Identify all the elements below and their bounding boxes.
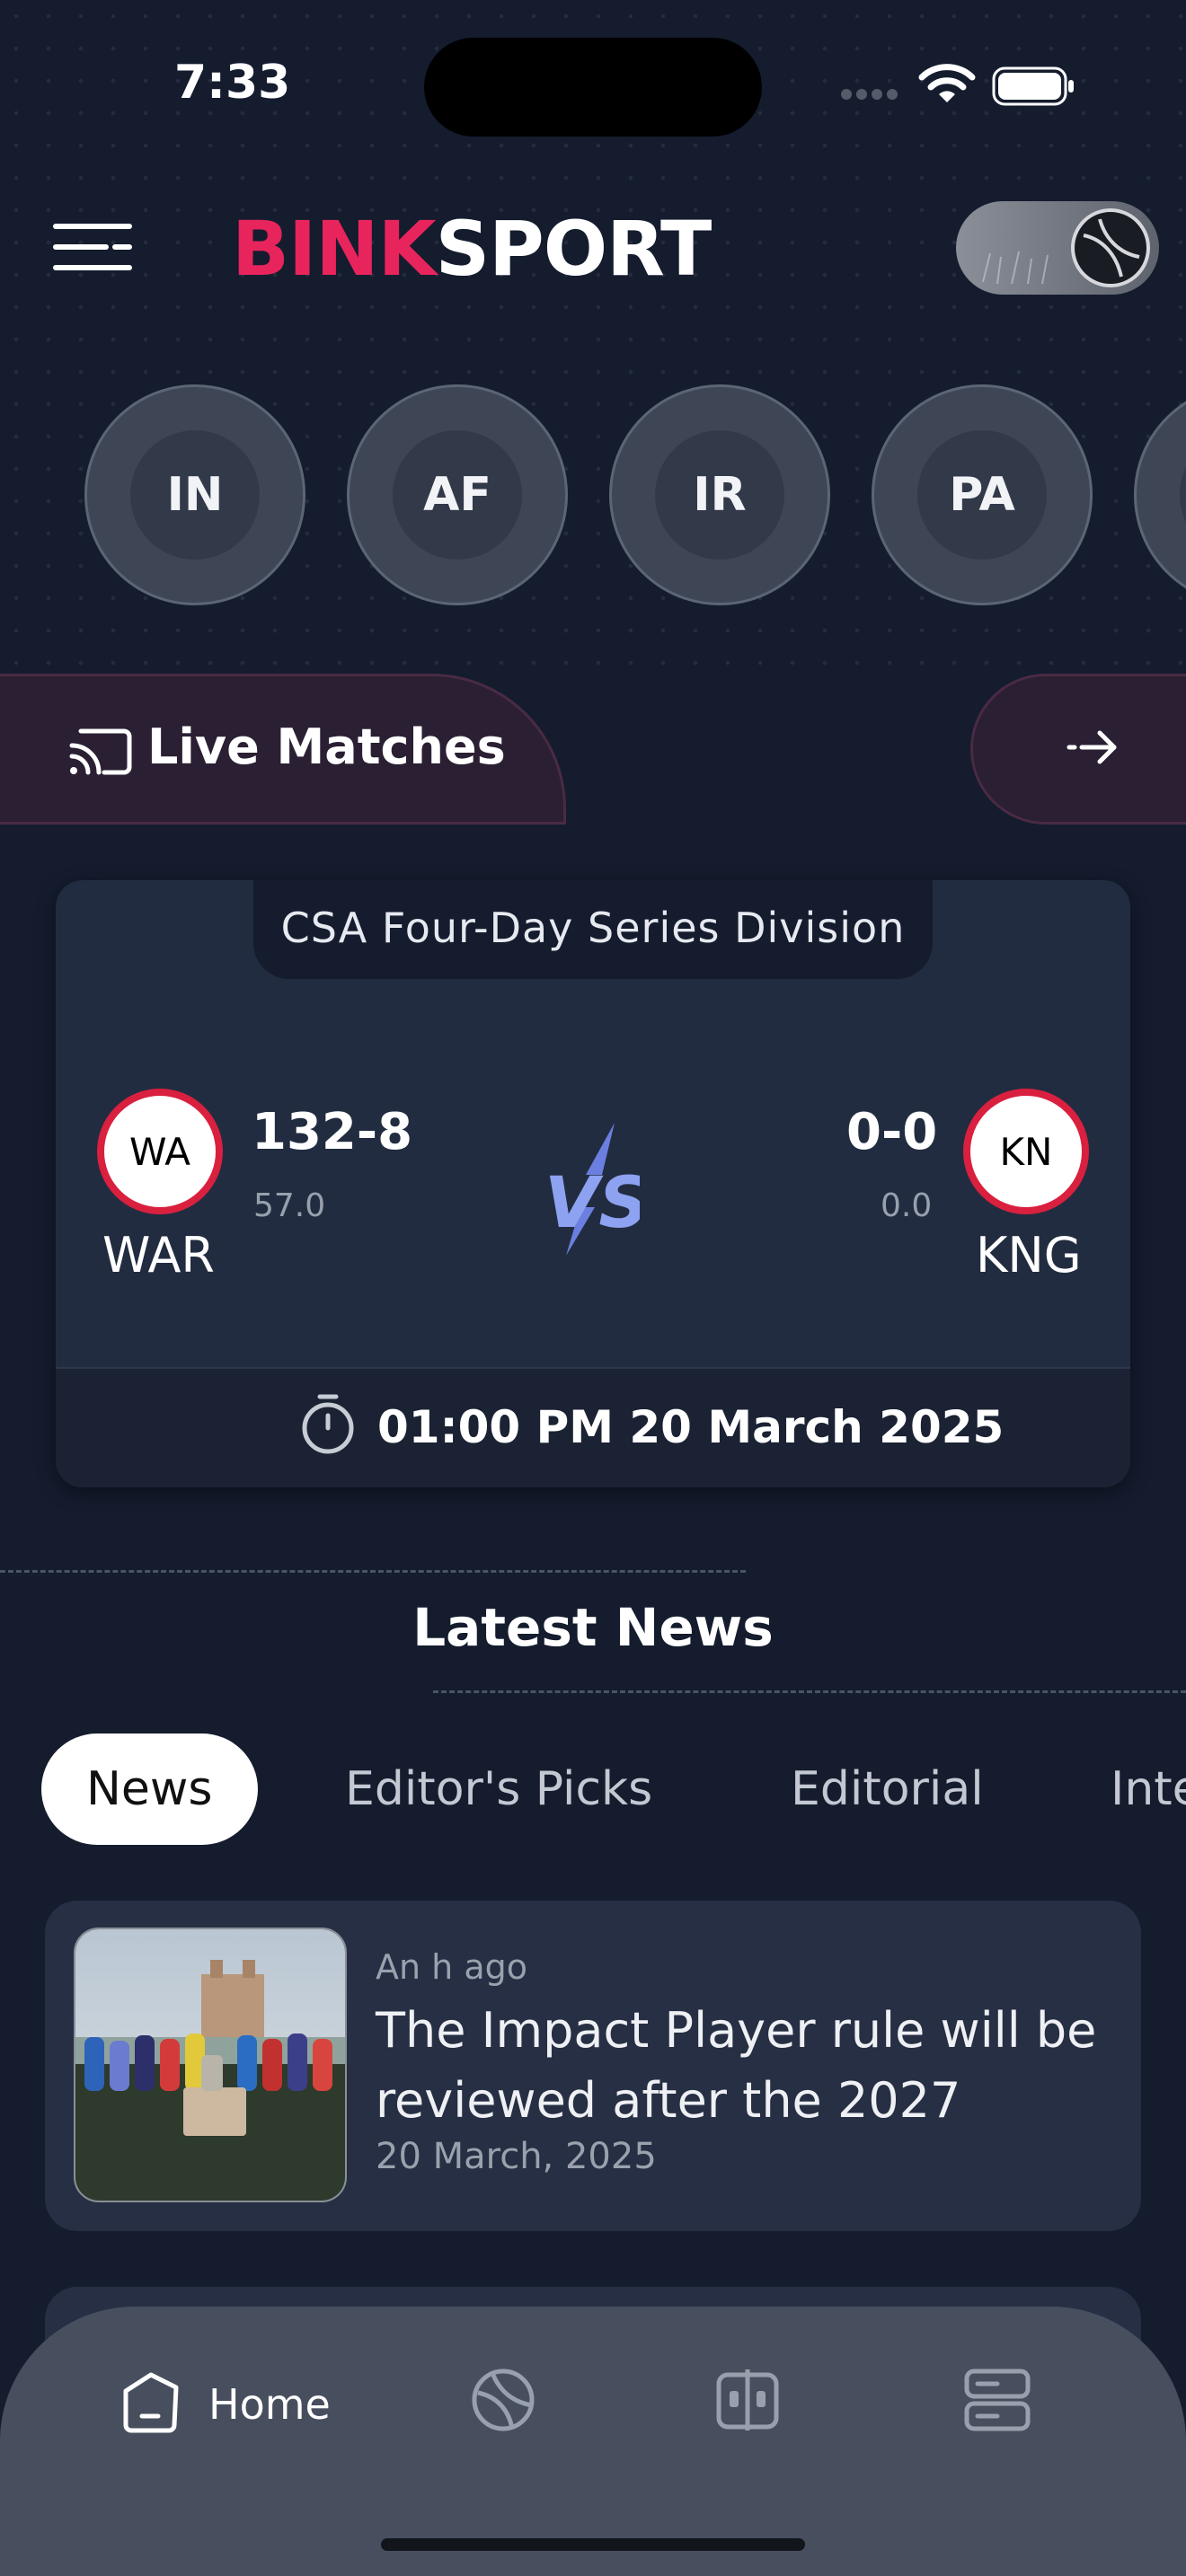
latest-news-heading: Latest News: [412, 1597, 774, 1658]
stopwatch-icon: [302, 1394, 354, 1454]
sport-toggle[interactable]: [956, 201, 1159, 295]
tab-news[interactable]: News: [41, 1734, 258, 1845]
status-time: 7:33: [174, 56, 291, 110]
team1-overs: 57.0: [253, 1187, 326, 1224]
news-time-ago: An h ago: [376, 1947, 527, 1987]
svg-text:VS: VS: [544, 1163, 640, 1244]
dynamic-island: [424, 38, 762, 137]
news-date: 20 March, 2025: [376, 2136, 657, 2177]
logo-sport: SPORT: [435, 205, 712, 293]
vs-icon: VS: [544, 1123, 640, 1256]
menu-icon[interactable]: [52, 219, 133, 275]
country-af[interactable]: AF: [347, 384, 568, 605]
tab-interviews[interactable]: Inte: [1111, 1734, 1186, 1845]
status-bar: 7:33: [0, 0, 1186, 171]
news-card[interactable]: An h ago The Impact Player rule will be …: [45, 1901, 1141, 2231]
app-logo: BINKSPORT: [232, 205, 712, 293]
battery-icon: [992, 66, 1074, 106]
country-ir[interactable]: IR: [609, 384, 830, 605]
match-time: 01:00 PM 20 March 2025: [377, 1401, 1005, 1453]
tennis-ball-icon: [1071, 208, 1150, 287]
tab-editorial[interactable]: Editorial: [791, 1734, 984, 1845]
scoreboard-icon[interactable]: [713, 2366, 782, 2434]
divider-dashed-top: [0, 1570, 746, 1573]
divider-dashed-bottom: [433, 1690, 1186, 1693]
ball-icon[interactable]: [469, 2366, 537, 2434]
country-list: IN AF IR PA: [84, 384, 1186, 605]
home-indicator[interactable]: [381, 2538, 805, 2551]
wifi-icon: [918, 64, 976, 102]
cast-icon: [69, 728, 132, 775]
team2-badge: KN: [963, 1089, 1089, 1214]
news-tabs: News Editor's Picks Editorial Inte: [0, 1734, 1186, 1845]
country-in[interactable]: IN: [84, 384, 305, 605]
match-card[interactable]: CSA Four-Day Series Division WA WAR 132-…: [56, 880, 1130, 1487]
home-icon[interactable]: [117, 2368, 185, 2436]
list-icon[interactable]: [961, 2366, 1033, 2434]
country-pa[interactable]: PA: [872, 384, 1093, 605]
bottom-navigation: [0, 2307, 1186, 2576]
country-partial[interactable]: [1134, 384, 1186, 605]
team2-score: 0-0: [846, 1103, 938, 1161]
country-label: PA: [917, 430, 1047, 560]
nav-home-label[interactable]: Home: [208, 2380, 331, 2429]
news-title: The Impact Player rule will be reviewed …: [376, 2002, 1097, 2129]
series-name: CSA Four-Day Series Division: [253, 880, 933, 979]
team1-score: 132-8: [252, 1103, 413, 1161]
country-label: IR: [655, 430, 784, 560]
team2-name: KNG: [976, 1227, 1082, 1284]
grass-icon: [982, 251, 1049, 285]
country-label: IN: [130, 430, 260, 560]
country-label: AF: [393, 430, 522, 560]
team2-overs: 0.0: [881, 1187, 933, 1224]
arrow-right-icon: [1067, 730, 1117, 764]
signal-dots-icon: [841, 86, 904, 100]
tab-editors-picks[interactable]: Editor's Picks: [345, 1734, 652, 1845]
news-thumbnail: [74, 1928, 347, 2202]
team1-badge: WA: [97, 1089, 223, 1214]
live-matches-label: Live Matches: [147, 719, 506, 775]
logo-bink: BINK: [232, 205, 437, 293]
team1-name: WAR: [102, 1227, 215, 1284]
